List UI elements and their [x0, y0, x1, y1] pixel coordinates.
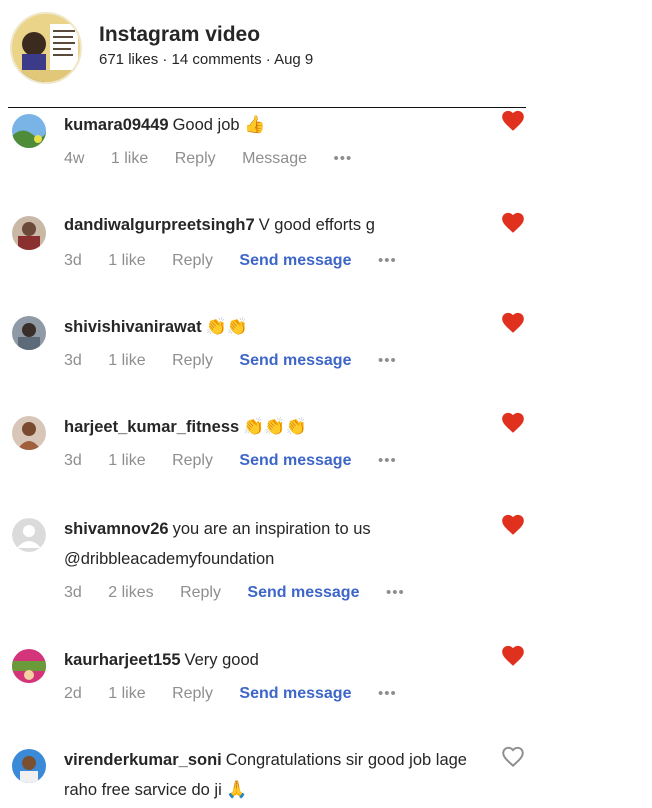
reply-link[interactable]: Reply: [172, 352, 213, 370]
like-count[interactable]: 1 like: [108, 685, 145, 703]
folded-hands-emoji: 🙏: [226, 780, 248, 799]
post-title[interactable]: Instagram video: [99, 23, 260, 47]
comment-text: shivamnov26 you are an inspiration to us …: [64, 514, 464, 574]
send-message-link[interactable]: Send message: [247, 584, 359, 602]
commenter-avatar[interactable]: [12, 749, 46, 783]
send-message-link[interactable]: Send message: [239, 352, 351, 370]
comment-time: 3d: [64, 352, 82, 369]
comment-body: V good efforts g: [258, 216, 375, 234]
comment-text: dandiwalgurpreetsingh7 V good efforts g: [64, 210, 494, 240]
more-options-icon[interactable]: •••: [378, 685, 397, 702]
reply-link[interactable]: Reply: [172, 252, 213, 270]
heart-icon[interactable]: [500, 512, 526, 538]
post-meta: 671 likes · 14 comments · Aug 9: [99, 51, 314, 68]
thumbs-up-emoji: 👍: [244, 115, 266, 134]
heart-icon[interactable]: [500, 310, 526, 336]
comment-time: 3d: [64, 452, 82, 469]
comment-text: harjeet_kumar_fitness 👏👏👏: [64, 412, 494, 442]
clapping-emoji: 👏👏👏: [243, 417, 307, 436]
comment-item: virenderkumar_soni Congratulations sir go…: [0, 743, 652, 808]
reply-link[interactable]: Reply: [175, 150, 216, 168]
reply-link[interactable]: Reply: [180, 584, 221, 602]
comment-item: shivishivanirawat 👏👏 3d 1 like Reply Send…: [0, 310, 652, 400]
like-count[interactable]: 2 likes: [108, 584, 153, 602]
post-avatar[interactable]: [10, 12, 82, 84]
commenter-avatar[interactable]: [12, 216, 46, 250]
comment-item: harjeet_kumar_fitness 👏👏👏 3d 1 like Reply…: [0, 410, 652, 500]
comment-username[interactable]: harjeet_kumar_fitness: [64, 418, 239, 436]
heart-icon[interactable]: [500, 643, 526, 669]
default-avatar-icon[interactable]: [12, 518, 46, 552]
post-header: Instagram video 671 likes · 14 comments …: [0, 0, 652, 108]
clapping-emoji: 👏👏: [205, 317, 248, 336]
heart-outline-icon[interactable]: [500, 744, 526, 770]
commenter-avatar[interactable]: [12, 316, 46, 350]
reply-link[interactable]: Reply: [172, 685, 213, 703]
comment-meta: 2d 1 like Reply Send message •••: [64, 685, 397, 703]
commenter-avatar[interactable]: [12, 416, 46, 450]
send-message-link[interactable]: Send message: [239, 452, 351, 470]
like-count[interactable]: 1 like: [108, 452, 145, 470]
comment-meta: 4w 1 like Reply Message •••: [64, 150, 352, 168]
more-options-icon[interactable]: •••: [333, 150, 352, 167]
send-message-link[interactable]: Send message: [239, 252, 351, 270]
comment-username[interactable]: kaurharjeet155: [64, 651, 181, 669]
comment-meta: 3d 2 likes Reply Send message •••: [64, 584, 405, 602]
like-count[interactable]: 1 like: [108, 352, 145, 370]
commenter-avatar[interactable]: [12, 649, 46, 683]
comment-text: kaurharjeet155 Very good: [64, 645, 494, 675]
heart-icon[interactable]: [500, 410, 526, 436]
more-options-icon[interactable]: •••: [378, 452, 397, 469]
comment-text: virenderkumar_soni Congratulations sir go…: [64, 745, 484, 805]
comment-body: Good job: [172, 116, 240, 134]
comment-time: 3d: [64, 584, 82, 601]
comment-username[interactable]: kumara09449: [64, 116, 169, 134]
comment-item: kumara09449 Good job 👍 4w 1 like Reply Me…: [0, 108, 652, 198]
comment-body: Very good: [184, 651, 259, 669]
more-options-icon[interactable]: •••: [378, 252, 397, 269]
send-message-link[interactable]: Send message: [239, 685, 351, 703]
comment-time: 2d: [64, 685, 82, 702]
comment-meta: 3d 1 like Reply Send message •••: [64, 452, 397, 470]
like-count[interactable]: 1 like: [108, 252, 145, 270]
commenter-avatar[interactable]: [12, 114, 46, 148]
comment-item: dandiwalgurpreetsingh7 V good efforts g 3…: [0, 208, 652, 298]
comment-text: kumara09449 Good job 👍: [64, 110, 494, 140]
comment-time: 3d: [64, 252, 82, 269]
more-options-icon[interactable]: •••: [386, 584, 405, 601]
comment-time: 4w: [64, 150, 85, 167]
comment-username[interactable]: dandiwalgurpreetsingh7: [64, 216, 255, 234]
heart-icon[interactable]: [500, 210, 526, 236]
comment-text: shivishivanirawat 👏👏: [64, 312, 494, 342]
message-link[interactable]: Message: [242, 150, 307, 168]
more-options-icon[interactable]: •••: [378, 352, 397, 369]
comment-meta: 3d 1 like Reply Send message •••: [64, 252, 397, 270]
like-count[interactable]: 1 like: [111, 150, 148, 168]
reply-link[interactable]: Reply: [172, 452, 213, 470]
comment-item: shivamnov26 you are an inspiration to us …: [0, 512, 652, 632]
heart-icon[interactable]: [500, 108, 526, 134]
comment-username[interactable]: virenderkumar_soni: [64, 751, 222, 769]
comment-meta: 3d 1 like Reply Send message •••: [64, 352, 397, 370]
comment-username[interactable]: shivamnov26: [64, 520, 169, 538]
comment-username[interactable]: shivishivanirawat: [64, 318, 202, 336]
comment-item: kaurharjeet155 Very good 2d 1 like Reply …: [0, 643, 652, 733]
